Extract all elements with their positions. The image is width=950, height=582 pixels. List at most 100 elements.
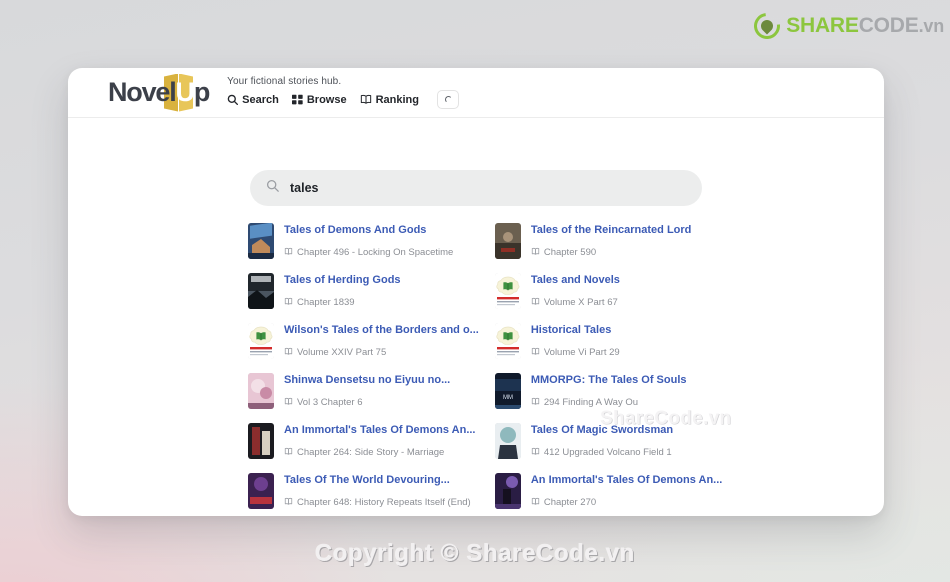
result-chapter-text: Chapter 1839 (297, 297, 355, 309)
result-title[interactable]: An Immortal's Tales Of Demons An... (284, 424, 479, 438)
result-body: Tales Of Magic Swordsman 412 Upgraded Vol… (531, 423, 723, 459)
brand-prefix: Novel (108, 77, 177, 107)
result-chapter-text: Chapter 648: History Repeats Itself (End… (297, 497, 471, 509)
novel-cover-thumbnail (494, 273, 521, 309)
novel-cover-thumbnail (248, 323, 274, 359)
header-right: Your fictional stories hub. Search Brows… (227, 76, 459, 109)
result-chapter-meta: Volume X Part 67 (531, 297, 723, 309)
result-chapter-meta: Chapter 496 - Locking On Spacetime (284, 247, 479, 259)
result-title[interactable]: Tales of Demons And Gods (284, 224, 479, 238)
novel-cover-thumbnail (248, 223, 274, 259)
book-marker-icon (284, 347, 293, 359)
book-open-icon (360, 94, 372, 105)
result-title[interactable]: Tales of Herding Gods (284, 274, 479, 288)
sharecode-word-vn: .vn (918, 16, 945, 36)
result-chapter-text: Chapter 590 (543, 247, 597, 259)
result-chapter-text: 294 Finding A Way Ou (543, 397, 639, 409)
result-title[interactable]: Tales Of Magic Swordsman (531, 424, 723, 438)
search-result-item[interactable]: An Immortal's Tales Of Demons An... Chapt… (493, 466, 725, 516)
search-icon (266, 179, 279, 197)
result-title[interactable]: Tales and Novels (531, 274, 723, 288)
brand-u: U (175, 77, 196, 107)
novel-cover-thumbnail (248, 473, 274, 509)
result-chapter-text: Volume X Part 67 (543, 297, 618, 309)
result-chapter-text: 412 Upgraded Volcano Field 1 (543, 447, 672, 459)
result-chapter-text: Chapter 270 (543, 497, 597, 509)
site-tagline: Your fictional stories hub. (227, 76, 342, 87)
book-marker-icon (284, 447, 293, 459)
nav-label-browse: Browse (306, 93, 347, 106)
result-chapter-meta: Volume XXIV Part 75 (284, 347, 479, 359)
sharecode-watermark-logo: SHARECODE.vn (748, 7, 944, 45)
search-result-item[interactable]: Tales Of Magic Swordsman 412 Upgraded Vol… (493, 416, 725, 466)
result-chapter-meta: Chapter 264: Side Story - Marriage (284, 447, 479, 459)
book-marker-icon (531, 397, 540, 409)
result-chapter-text: Volume Vi Part 29 (543, 347, 620, 359)
brand-name: NovelUp (108, 77, 211, 107)
svg-text:MM: MM (503, 395, 513, 401)
result-title[interactable]: Shinwa Densetsu no Eiyuu no... (284, 374, 479, 388)
search-result-item[interactable]: Historical Tales Volume Vi Part 29 (493, 316, 725, 366)
result-chapter-meta: Chapter 270 (531, 497, 723, 509)
search-result-item[interactable]: Tales of Herding Gods Chapter 1839 (246, 266, 481, 316)
result-body: Shinwa Densetsu no Eiyuu no... Vol 3 Chap… (284, 373, 479, 409)
result-title[interactable]: Wilson's Tales of the Borders and o... (284, 324, 479, 338)
result-chapter-meta: Chapter 648: History Repeats Itself (End… (284, 497, 479, 509)
sharecode-word-share: SHARE (786, 14, 859, 37)
main-nav: Search Browse Ranking (227, 90, 459, 109)
sharecode-wordmark: SHARECODE.vn (786, 14, 944, 38)
copyright-watermark: Copyright © ShareCode.vn (314, 540, 636, 567)
nav-item-ranking[interactable]: Ranking (360, 94, 419, 106)
result-title[interactable]: Tales Of The World Devouring... (284, 474, 479, 488)
grid-icon (291, 94, 303, 105)
result-chapter-meta: 294 Finding A Way Ou (531, 397, 723, 409)
nav-label-search: Search (242, 93, 279, 106)
result-title[interactable]: Historical Tales (531, 324, 723, 338)
result-title[interactable]: MMORPG: The Tales Of Souls (531, 374, 723, 388)
novel-cover-thumbnail: MM (494, 373, 521, 409)
result-body: An Immortal's Tales Of Demons An... Chapt… (284, 423, 479, 459)
result-chapter-text: Chapter 264: Side Story - Marriage (297, 447, 445, 459)
result-chapter-meta: Chapter 1839 (284, 297, 479, 309)
search-input[interactable] (290, 181, 686, 195)
search-result-item[interactable]: An Immortal's Tales Of Demons An... Chapt… (246, 416, 481, 466)
nav-item-browse[interactable]: Browse (291, 93, 347, 106)
result-body: Tales of the Reincarnated Lord Chapter 59… (531, 223, 723, 259)
result-title[interactable]: An Immortal's Tales Of Demons An... (531, 474, 723, 488)
result-chapter-meta: Vol 3 Chapter 6 (284, 397, 479, 409)
novel-cover-thumbnail (248, 273, 274, 309)
result-body: Tales of Herding Gods Chapter 1839 (284, 273, 479, 309)
novel-cover-thumbnail (494, 473, 521, 509)
sharecode-word-code: CODE (858, 14, 919, 37)
result-body: Historical Tales Volume Vi Part 29 (531, 323, 723, 359)
result-body: Wilson's Tales of the Borders and o... Vo… (284, 323, 479, 359)
novel-cover-thumbnail (494, 223, 521, 259)
nav-item-search[interactable]: Search (227, 94, 279, 106)
result-body: Tales Of The World Devouring... Chapter 6… (284, 473, 479, 509)
search-section (68, 118, 884, 206)
search-result-item[interactable]: Tales and Novels Volume X Part 67 (493, 266, 725, 316)
search-result-item[interactable]: Shinwa Densetsu no Eiyuu no... Vol 3 Chap… (246, 366, 481, 416)
result-chapter-meta: Volume Vi Part 29 (531, 347, 723, 359)
search-icon (227, 94, 239, 105)
sharecode-recycle-icon (748, 7, 786, 45)
result-title[interactable]: Tales of the Reincarnated Lord (531, 224, 723, 238)
result-chapter-text: Chapter 496 - Locking On Spacetime (297, 247, 454, 259)
book-marker-icon (531, 297, 540, 309)
search-result-item[interactable]: Wilson's Tales of the Borders and o... Vo… (246, 316, 481, 366)
search-box[interactable] (250, 170, 702, 206)
book-marker-icon (531, 347, 540, 359)
result-chapter-meta: Chapter 590 (531, 247, 723, 259)
novel-cover-thumbnail (494, 423, 521, 459)
spinner-button[interactable] (437, 90, 459, 109)
brand-logo[interactable]: NovelUp (108, 73, 211, 113)
book-marker-icon (284, 397, 293, 409)
search-results-list: Tales of Demons And Gods Chapter 496 - Lo… (246, 216, 722, 516)
brand-suffix: p (193, 77, 211, 107)
result-body: Tales of Demons And Gods Chapter 496 - Lo… (284, 223, 479, 259)
search-result-item[interactable]: Tales of Demons And Gods Chapter 496 - Lo… (246, 216, 481, 266)
search-result-item[interactable]: Tales Of The World Devouring... Chapter 6… (246, 466, 481, 516)
search-result-item[interactable]: Tales of the Reincarnated Lord Chapter 59… (493, 216, 725, 266)
search-result-item[interactable]: MM MMORPG: The Tales Of Souls 294 Finding … (493, 366, 725, 416)
result-chapter-text: Vol 3 Chapter 6 (297, 397, 363, 409)
